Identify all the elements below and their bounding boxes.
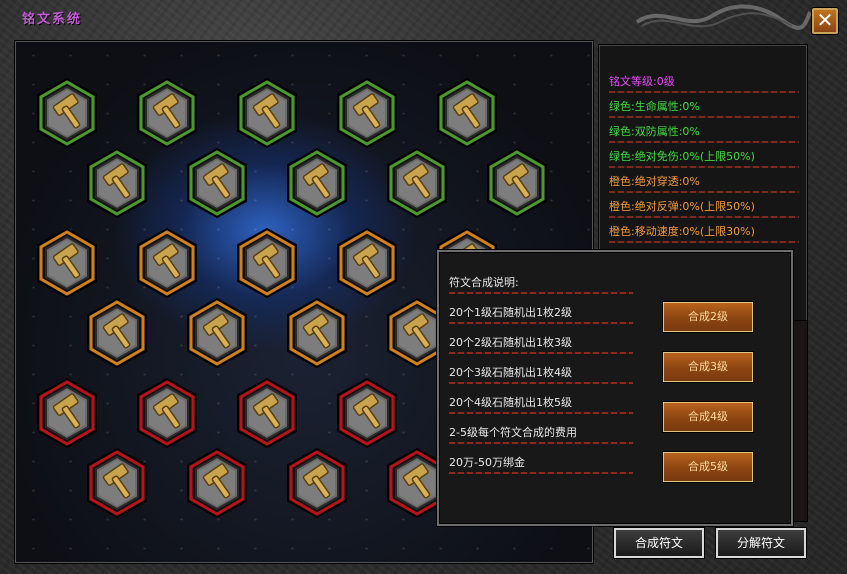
hammer-icon: [387, 147, 447, 219]
hammer-icon: [87, 447, 147, 519]
hammer-icon: [87, 147, 147, 219]
rune-slot-green[interactable]: [235, 77, 299, 149]
stat-row: 铭文等级:0级: [609, 73, 799, 95]
dragon-ornament-icon: [635, 4, 812, 30]
hammer-icon: [137, 77, 197, 149]
rune-slot-green[interactable]: [285, 147, 349, 219]
hammer-icon: [187, 447, 247, 519]
hammer-icon: [37, 377, 97, 449]
popup-info-line: 2-5级每个符文合成的费用: [449, 424, 633, 444]
hammer-icon: [187, 297, 247, 369]
hammer-icon: [337, 227, 397, 299]
popup-info-line: 20个3级石随机出1枚4级: [449, 364, 633, 384]
rune-slot-orange[interactable]: [85, 297, 149, 369]
rune-slot-orange[interactable]: [335, 227, 399, 299]
rune-slot-red[interactable]: [185, 447, 249, 519]
synthesis-info-popup: 符文合成说明: 20个1级石随机出1枚2级 20个2级石随机出1枚3级 20个3级石…: [437, 250, 793, 526]
rune-slot-green[interactable]: [385, 147, 449, 219]
rune-slot-red[interactable]: [285, 447, 349, 519]
hammer-icon: [187, 147, 247, 219]
stat-row: 橙色:绝对反弹:0%(上限50%): [609, 198, 799, 220]
hammer-icon: [237, 377, 297, 449]
stat-row: 绿色:绝对免伤:0%(上限50%): [609, 148, 799, 170]
hammer-icon: [487, 147, 547, 219]
rune-slot-orange[interactable]: [135, 227, 199, 299]
compose-rune-button[interactable]: 合成符文: [613, 527, 705, 559]
rune-slot-orange[interactable]: [235, 227, 299, 299]
hammer-icon: [37, 77, 97, 149]
hammer-icon: [337, 77, 397, 149]
synthesize-level-5-button[interactable]: 合成5级: [662, 451, 754, 483]
rune-slot-green[interactable]: [135, 77, 199, 149]
stat-row: 绿色:双防属性:0%: [609, 123, 799, 145]
rune-slot-green[interactable]: [35, 77, 99, 149]
popup-info-line: 20个4级石随机出1枚5级: [449, 394, 633, 414]
inscription-window: 铭文系统 ✕ 铭文等级:0级 绿色:生命属性:0% 绿色:双防属性:0% 绿色:绝对免…: [0, 0, 847, 574]
rune-slot-red[interactable]: [35, 377, 99, 449]
rune-slot-orange[interactable]: [35, 227, 99, 299]
popup-info-line: 20个2级石随机出1枚3级: [449, 334, 633, 354]
rune-slot-red[interactable]: [235, 377, 299, 449]
hammer-icon: [237, 77, 297, 149]
stat-row: 橙色:绝对穿透:0%: [609, 173, 799, 195]
hammer-icon: [137, 377, 197, 449]
decompose-rune-button[interactable]: 分解符文: [715, 527, 807, 559]
rune-slot-green[interactable]: [185, 147, 249, 219]
rune-slot-orange[interactable]: [185, 297, 249, 369]
popup-heading: 符文合成说明:: [449, 274, 633, 294]
rune-slot-red[interactable]: [135, 377, 199, 449]
rune-slot-green[interactable]: [335, 77, 399, 149]
hammer-icon: [237, 227, 297, 299]
stat-row: 橙色:移动速度:0%(上限30%): [609, 223, 799, 245]
close-button[interactable]: ✕: [812, 8, 838, 34]
rune-slot-orange[interactable]: [285, 297, 349, 369]
hammer-icon: [287, 147, 347, 219]
hammer-icon: [287, 447, 347, 519]
hammer-icon: [437, 77, 497, 149]
synthesize-level-3-button[interactable]: 合成3级: [662, 351, 754, 383]
window-title: 铭文系统: [22, 12, 83, 27]
hammer-icon: [137, 227, 197, 299]
popup-info-line: 20个1级石随机出1枚2级: [449, 304, 633, 324]
synthesize-level-2-button[interactable]: 合成2级: [662, 301, 754, 333]
hammer-icon: [37, 227, 97, 299]
hammer-icon: [287, 297, 347, 369]
rune-slot-red[interactable]: [85, 447, 149, 519]
rune-slot-green[interactable]: [85, 147, 149, 219]
hammer-icon: [87, 297, 147, 369]
rune-slot-red[interactable]: [335, 377, 399, 449]
stat-row: 绿色:生命属性:0%: [609, 98, 799, 120]
rune-slot-green[interactable]: [435, 77, 499, 149]
popup-info-line: 20万-50万绑金: [449, 454, 633, 474]
rune-slot-green[interactable]: [485, 147, 549, 219]
synthesize-level-4-button[interactable]: 合成4级: [662, 401, 754, 433]
hammer-icon: [337, 377, 397, 449]
